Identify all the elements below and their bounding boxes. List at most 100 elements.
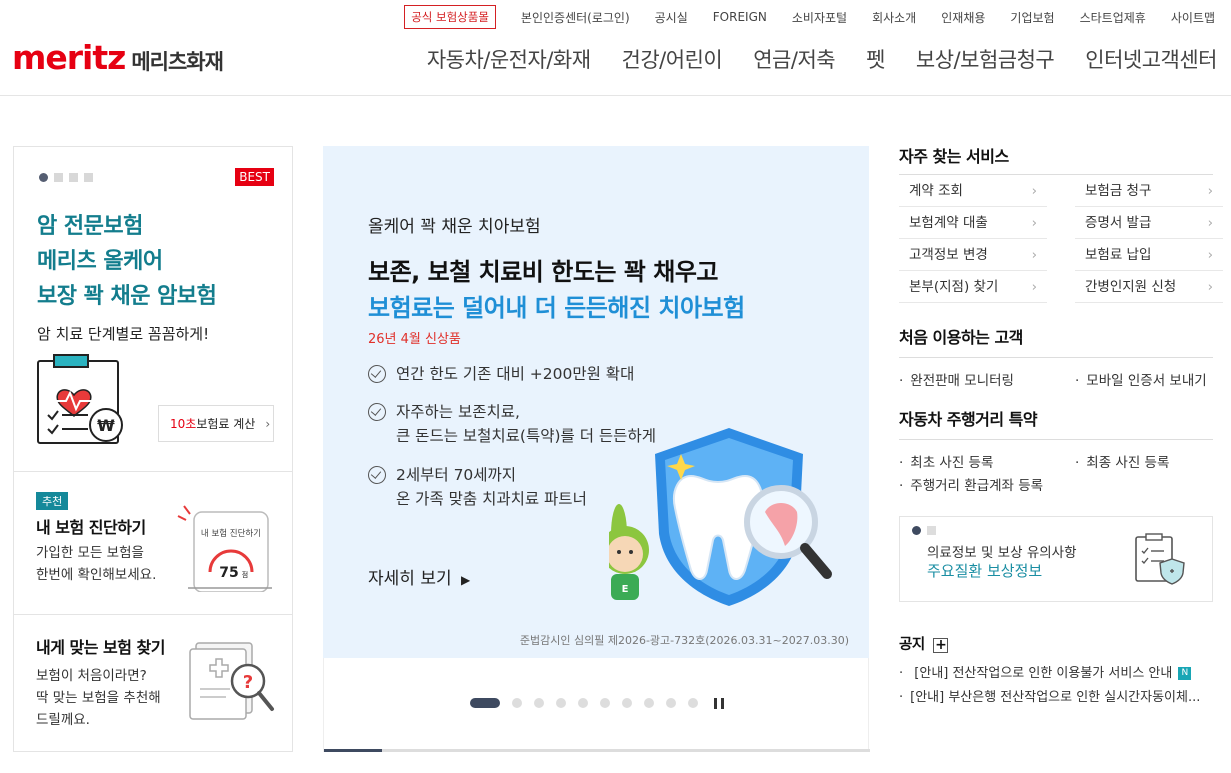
medical-info-card[interactable]: 의료정보 및 보상 유의사항 주요질환 보상정보 xyxy=(899,516,1213,602)
banner-new-label: 26년 4월 신상품 xyxy=(368,332,461,347)
banner-pager xyxy=(323,658,870,752)
service-premium-payment[interactable]: 보험료 납입 xyxy=(1075,239,1223,271)
svg-text:?: ? xyxy=(243,672,253,693)
service-claim[interactable]: 보험금 청구 xyxy=(1075,175,1223,207)
util-link-disclosure[interactable]: 공시실 xyxy=(655,9,688,26)
phone-score-unit: 점 xyxy=(242,571,248,579)
logo-wordmark: meritz xyxy=(12,38,126,77)
svg-text:E: E xyxy=(622,584,629,595)
promo-pagination xyxy=(39,173,99,182)
play-arrow-icon: ▶ xyxy=(461,573,471,587)
info-pagination xyxy=(912,526,942,535)
service-certificate[interactable]: 증명서 발급 xyxy=(1075,207,1223,239)
slide-dot-active[interactable] xyxy=(470,698,500,708)
clipboard-heart-icon: ₩ xyxy=(37,354,123,444)
official-products-link[interactable]: 공식 보험상품몰 xyxy=(404,5,496,29)
mileage-refund-account[interactable]: 주행거리 환급계좌 등록 xyxy=(899,474,1043,494)
phone-diagnosis-icon: 내 보험 진단하기 75 점 xyxy=(177,505,272,592)
phone-title: 내 보험 진단하기 xyxy=(201,528,261,539)
feature-text: 연간 한도 기존 대비 +200만원 확대 xyxy=(396,365,635,383)
check-circle-icon xyxy=(368,466,386,484)
banner-pagination xyxy=(470,698,710,708)
plus-icon[interactable]: + xyxy=(933,637,949,653)
nav-item-pet[interactable]: 펫 xyxy=(866,44,885,74)
slide-dot[interactable] xyxy=(600,698,610,708)
util-link-auth[interactable]: 본인인증센터(로그인) xyxy=(521,9,630,26)
logo[interactable]: meritz 메리츠화재 xyxy=(12,38,224,77)
calc-highlight: 10초 xyxy=(170,417,197,431)
util-link-sitemap[interactable]: 사이트맵 xyxy=(1171,9,1215,26)
slide-progress-bar xyxy=(324,749,870,752)
nav-item-auto[interactable]: 자동차/운전자/화재 xyxy=(427,44,591,74)
banner-headline-highlight: 보험료는 덜어내 더 든든해진 치아보험 xyxy=(368,294,745,322)
frequent-services-title: 자주 찾는 서비스 xyxy=(899,147,1009,166)
banner-feature: 연간 한도 기존 대비 +200만원 확대 xyxy=(368,362,634,386)
slide-dot[interactable] xyxy=(622,698,632,708)
diagnosis-description: 가입한 모든 보험을 한번에 확인해보세요. xyxy=(36,545,157,583)
notice-item[interactable]: [안내] 전산작업으로 인한 이용불가 서비스 안내N xyxy=(899,662,1192,681)
info-line: 의료정보 및 보상 유의사항 xyxy=(927,545,1077,561)
banner-eyebrow: 올케어 꽉 채운 치아보험 xyxy=(368,217,541,237)
main-nav: 자동차/운전자/화재 건강/어린이 연금/저축 펫 보상/보험금청구 인터넷고객… xyxy=(396,44,1218,74)
find-title: 내게 맞는 보험 찾기 xyxy=(36,638,165,657)
pause-icon[interactable] xyxy=(714,698,724,709)
info-dot[interactable] xyxy=(927,526,936,535)
diagnosis-title: 내 보험 진단하기 xyxy=(36,518,146,537)
slide-dot[interactable] xyxy=(644,698,654,708)
cancer-insurance-promo[interactable]: BEST 암 전문보험 메리츠 올케어 보장 꽉 채운 암보험 암 치료 단계별… xyxy=(14,147,292,472)
slide-dot[interactable] xyxy=(578,698,588,708)
service-branch-finder[interactable]: 본부(지점) 찾기 xyxy=(899,271,1047,303)
document-magnifier-icon: ? xyxy=(189,642,274,720)
slide-dot[interactable] xyxy=(556,698,566,708)
promo-title: 암 전문보험 메리츠 올케어 보장 꽉 채운 암보험 xyxy=(37,209,217,314)
mileage-final-photo[interactable]: 최종 사진 등록 xyxy=(1075,451,1169,471)
notice-item[interactable]: [안내] 부산은행 전산작업으로 인한 실시간자동이체... xyxy=(899,686,1200,705)
feature-text: 2세부터 70세까지 온 가족 맞춤 치과치료 파트너 xyxy=(396,466,587,508)
promo-title-line: 암 전문보험 xyxy=(37,214,143,239)
slide-dot[interactable] xyxy=(512,698,522,708)
utility-nav: 공식 보험상품몰 본인인증센터(로그인) 공시실 FOREIGN 소비자포털 회… xyxy=(404,5,1215,29)
chevron-right-icon: › xyxy=(265,416,271,431)
see-more-link[interactable]: 자세히 보기 ▶ xyxy=(368,564,470,589)
insurance-diagnosis-card[interactable]: 추천 내 보험 진단하기 가입한 모든 보험을 한번에 확인해보세요. 내 보험 … xyxy=(14,472,292,615)
service-loan[interactable]: 보험계약 대출 xyxy=(899,207,1047,239)
premium-calc-button[interactable]: 10초 보험료 계산 › xyxy=(158,405,274,442)
info-dot-active[interactable] xyxy=(912,526,921,535)
find-insurance-card[interactable]: 내게 맞는 보험 찾기 보험이 처음이라면? 딱 맞는 보험을 추천해 드릴께요. … xyxy=(14,615,292,751)
best-badge: BEST xyxy=(235,168,274,186)
dental-insurance-banner[interactable]: 올케어 꽉 채운 치아보험 보존, 보철 치료비 한도는 꽉 채우고 보험료는 … xyxy=(323,146,869,658)
promo-dot[interactable] xyxy=(84,173,93,182)
promo-dot[interactable] xyxy=(54,173,63,182)
clipboard-shield-icon xyxy=(1135,533,1185,585)
nav-item-pension[interactable]: 연금/저축 xyxy=(753,44,835,74)
promo-dot[interactable] xyxy=(69,173,78,182)
compliance-notice: 준법감시인 심의필 제2026-광고-732호(2026.03.31~2027.… xyxy=(519,634,849,647)
util-link-foreign[interactable]: FOREIGN xyxy=(713,10,767,24)
mileage-first-photo[interactable]: 최초 사진 등록 xyxy=(899,451,993,471)
info-highlight: 주요질환 보상정보 xyxy=(927,562,1043,580)
site-header: 공식 보험상품몰 본인인증센터(로그인) 공시실 FOREIGN 소비자포털 회… xyxy=(0,0,1231,96)
promo-dot-active[interactable] xyxy=(39,173,48,182)
util-link-company[interactable]: 회사소개 xyxy=(872,9,916,26)
first-time-title: 처음 이용하는 고객 xyxy=(899,328,1023,347)
banner-feature: 2세부터 70세까지 온 가족 맞춤 치과치료 파트너 xyxy=(368,463,587,511)
slide-dot[interactable] xyxy=(688,698,698,708)
util-link-corporate[interactable]: 기업보험 xyxy=(1010,9,1054,26)
slide-progress-fill xyxy=(324,749,382,752)
service-caregiver[interactable]: 간병인지원 신청 xyxy=(1075,271,1223,303)
first-item-monitoring[interactable]: 완전판매 모니터링 xyxy=(899,369,1014,389)
service-contract-inquiry[interactable]: 계약 조회 xyxy=(899,175,1047,207)
util-link-startup[interactable]: 스타트업제휴 xyxy=(1080,9,1146,26)
notice-title: 공지 + xyxy=(899,636,949,653)
divider xyxy=(899,439,1213,440)
util-link-consumer[interactable]: 소비자포털 xyxy=(792,9,847,26)
first-item-mobile-cert[interactable]: 모바일 인증서 보내기 xyxy=(1075,369,1206,389)
nav-item-claims[interactable]: 보상/보험금청구 xyxy=(916,44,1055,74)
nav-item-health[interactable]: 건강/어린이 xyxy=(622,44,723,74)
promo-subtitle: 암 치료 단계별로 꼼꼼하게! xyxy=(37,325,210,343)
nav-item-customer-center[interactable]: 인터넷고객센터 xyxy=(1085,44,1217,74)
slide-dot[interactable] xyxy=(534,698,544,708)
service-customer-info[interactable]: 고객정보 변경 xyxy=(899,239,1047,271)
slide-dot[interactable] xyxy=(666,698,676,708)
util-link-recruit[interactable]: 인재채용 xyxy=(941,9,985,26)
